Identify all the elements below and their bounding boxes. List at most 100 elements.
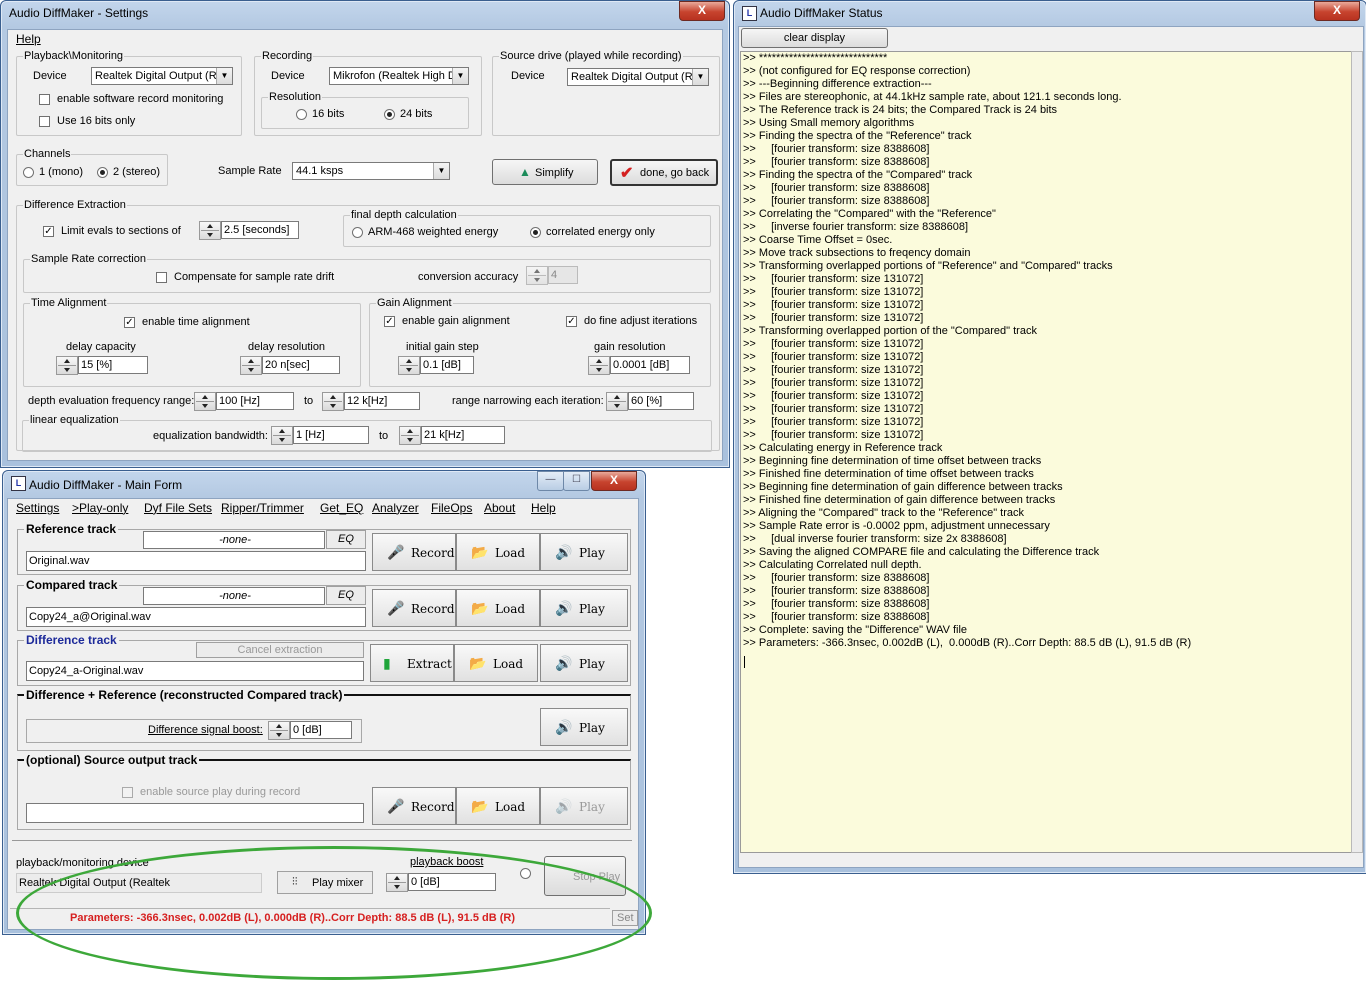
maximize-button[interactable]: ☐ xyxy=(563,471,590,491)
chevron-down-icon[interactable]: ▼ xyxy=(216,68,232,84)
status-titlebar[interactable]: L Audio DiffMaker Status X xyxy=(734,1,1366,25)
limit-evals-spinner[interactable] xyxy=(199,221,221,240)
enable-source-play-checkbox[interactable] xyxy=(122,787,133,798)
conversion-accuracy-spinner[interactable] xyxy=(526,266,548,285)
enable-sw-monitor-checkbox[interactable] xyxy=(39,94,50,105)
compared-file-field[interactable]: Copy24_a@Original.wav xyxy=(26,607,366,627)
reference-load-button[interactable]: 📂 Load xyxy=(456,533,540,571)
settings-titlebar[interactable]: Audio DiffMaker - Settings X xyxy=(1,1,729,25)
limit-evals-checkbox[interactable]: ✓ xyxy=(43,226,54,237)
reference-play-button[interactable]: 🔊 Play xyxy=(540,533,628,571)
menu-settings[interactable]: Settings xyxy=(16,501,59,515)
menu-about[interactable]: About xyxy=(484,501,515,515)
extract-button[interactable]: ▮ Extract xyxy=(370,644,454,682)
reference-eq-field[interactable]: -none- xyxy=(143,531,325,549)
difference-load-button[interactable]: 📂 Load xyxy=(454,644,538,682)
source-load-button[interactable]: 📂 Load xyxy=(456,787,540,825)
delay-resolution-spinner[interactable] xyxy=(240,356,262,375)
status-close-button[interactable]: X xyxy=(1314,1,1360,21)
fine-adjust-checkbox[interactable]: ✓ xyxy=(566,316,577,327)
reference-eq-button[interactable]: EQ xyxy=(326,530,366,549)
source-device-select[interactable]: Realtek Digital Output (Re ▼ xyxy=(567,68,709,86)
eq-to-spinner[interactable] xyxy=(399,426,421,445)
menu-dyf-file-sets[interactable]: Dyf File Sets xyxy=(144,501,212,515)
enable-time-alignment-checkbox[interactable]: ✓ xyxy=(124,317,135,328)
eq-to-input[interactable]: 21 k[Hz] xyxy=(421,426,505,444)
status-log[interactable]: >> ****************************** >> (not… xyxy=(740,51,1352,853)
compared-play-button[interactable]: 🔊 Play xyxy=(540,589,628,627)
difference-play-button[interactable]: 🔊 Play xyxy=(540,644,628,682)
main-close-button[interactable]: X xyxy=(591,471,637,491)
chevron-down-icon[interactable]: ▼ xyxy=(692,69,708,85)
menu-ripper-trimmer[interactable]: Ripper/Trimmer xyxy=(221,501,304,515)
mono-radio[interactable] xyxy=(23,167,34,178)
settings-window: Audio DiffMaker - Settings X Help Playba… xyxy=(0,0,730,468)
playback-device-field[interactable]: Realtek Digital Output (Realtek xyxy=(16,873,262,893)
correlated-radio[interactable] xyxy=(530,227,541,238)
menu-analyzer[interactable]: Analyzer xyxy=(372,501,419,515)
sample-rate-select[interactable]: 44.1 ksps ▼ xyxy=(292,162,450,180)
play-mixer-button[interactable]: ⫶⫶ Play mixer xyxy=(277,871,373,894)
res16-radio[interactable] xyxy=(296,109,307,120)
res24-radio[interactable] xyxy=(384,109,395,120)
recording-device-select[interactable]: Mikrofon (Realtek High D ▼ xyxy=(329,67,469,85)
menu-help[interactable]: Help xyxy=(531,501,556,515)
done-go-back-button[interactable]: ✔ done, go back xyxy=(610,159,718,186)
status-scrollbar[interactable] xyxy=(1351,51,1363,853)
source-record-button[interactable]: 🎤 Record xyxy=(372,787,456,825)
diff-boost-spinner[interactable] xyxy=(268,721,290,740)
limit-evals-input[interactable]: 2.5 [seconds] xyxy=(221,221,299,239)
gain-resolution-spinner[interactable] xyxy=(588,356,610,375)
depth-from-input[interactable]: 100 [Hz] xyxy=(216,392,294,410)
menu-get-eq[interactable]: Get_EQ xyxy=(320,501,363,515)
main-titlebar[interactable]: L Audio DiffMaker - Main Form — ☐ X xyxy=(3,471,645,495)
conversion-accuracy-input[interactable]: 4 xyxy=(548,266,578,284)
playback-boost-input[interactable]: 0 [dB] xyxy=(408,873,496,891)
cancel-extraction-button[interactable]: Cancel extraction xyxy=(196,642,364,658)
diff-boost-input[interactable]: 0 [dB] xyxy=(290,721,352,739)
playback-boost-spinner[interactable] xyxy=(386,873,408,892)
delay-capacity-spinner[interactable] xyxy=(56,356,78,375)
enable-gain-alignment-checkbox[interactable]: ✓ xyxy=(384,316,395,327)
monitor-radio[interactable] xyxy=(520,868,531,879)
depth-to-input[interactable]: 12 k[Hz] xyxy=(344,392,420,410)
stop-play-button[interactable]: Stop Play xyxy=(544,856,626,896)
settings-close-button[interactable]: X xyxy=(679,1,725,21)
reference-file-field[interactable]: Original.wav xyxy=(26,551,366,571)
stereo-radio[interactable] xyxy=(97,167,108,178)
diff-plus-ref-play-button[interactable]: 🔊 Play xyxy=(540,708,628,746)
reference-record-button[interactable]: 🎤 Record xyxy=(372,533,456,571)
source-file-field[interactable] xyxy=(26,803,364,823)
minimize-button[interactable]: — xyxy=(537,471,564,491)
clear-display-button[interactable]: clear display xyxy=(741,28,888,48)
playback-device-select[interactable]: Realtek Digital Output (Re ▼ xyxy=(91,67,233,85)
recording-device-label: Device xyxy=(271,70,305,82)
source-play-button[interactable]: 🔊 Play xyxy=(540,787,628,825)
compared-eq-field[interactable]: -none- xyxy=(143,587,325,605)
eq-from-spinner[interactable] xyxy=(271,426,293,445)
range-narrowing-input[interactable]: 60 [%] xyxy=(628,392,694,410)
initial-gain-step-input[interactable]: 0.1 [dB] xyxy=(420,356,474,374)
range-narrowing-spinner[interactable] xyxy=(606,392,628,411)
initial-gain-step-spinner[interactable] xyxy=(398,356,420,375)
delay-resolution-input[interactable]: 20 n[sec] xyxy=(262,356,340,374)
chevron-down-icon[interactable]: ▼ xyxy=(452,68,468,84)
gain-resolution-input[interactable]: 0.0001 [dB] xyxy=(610,356,690,374)
use16-checkbox[interactable] xyxy=(39,116,50,127)
menu-fileops[interactable]: FileOps xyxy=(431,501,472,515)
eq-from-input[interactable]: 1 [Hz] xyxy=(293,426,369,444)
chevron-down-icon[interactable]: ▼ xyxy=(433,163,449,179)
depth-from-spinner[interactable] xyxy=(194,392,216,411)
compared-load-button[interactable]: 📂 Load xyxy=(456,589,540,627)
menu-play-only[interactable]: >Play-only xyxy=(72,501,128,515)
compared-record-button[interactable]: 🎤 Record xyxy=(372,589,456,627)
delay-capacity-input[interactable]: 15 [%] xyxy=(78,356,148,374)
depth-to-spinner[interactable] xyxy=(322,392,344,411)
arm468-radio[interactable] xyxy=(352,227,363,238)
set-button[interactable]: Set xyxy=(612,910,638,926)
compensate-drift-checkbox[interactable] xyxy=(156,272,167,283)
simplify-button[interactable]: ▲ Simplify xyxy=(492,159,598,185)
menu-help[interactable]: Help xyxy=(16,32,41,46)
difference-file-field[interactable]: Copy24_a-Original.wav xyxy=(26,661,364,681)
compared-eq-button[interactable]: EQ xyxy=(326,586,366,605)
